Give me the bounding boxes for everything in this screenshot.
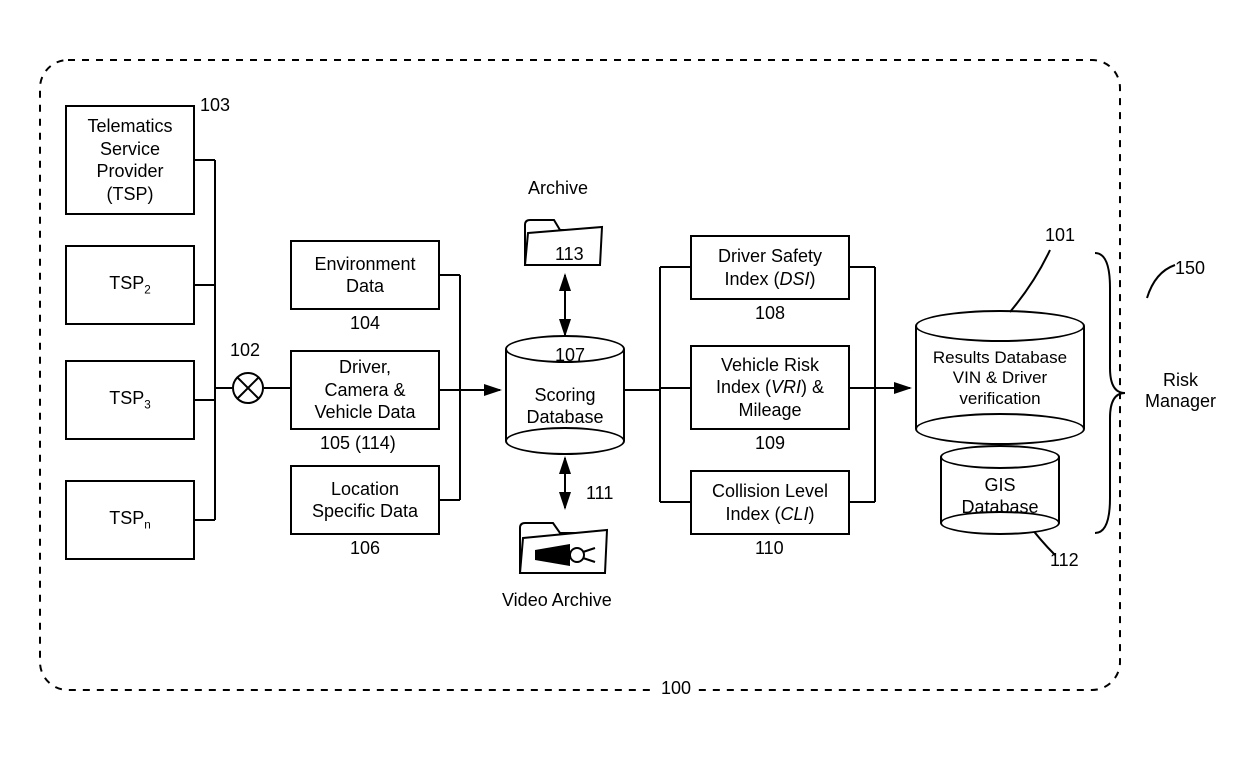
scoring-l2: Database (526, 407, 603, 427)
ref-103: 103 (200, 95, 230, 116)
archive-folder-icon (520, 205, 610, 280)
driver-data-box: Driver, Camera & Vehicle Data (290, 350, 440, 430)
ref-100: 100 (655, 678, 697, 699)
tsp-box-2: TSP2 (65, 245, 195, 325)
cli-l2b: ) (809, 504, 815, 524)
tsp1-l4: (TSP) (107, 184, 154, 204)
vri-l4: Mileage (738, 400, 801, 420)
tsp-box-n: TSPn (65, 480, 195, 560)
ref-107: 107 (555, 345, 585, 366)
ref-111: 111 (586, 483, 613, 504)
risk-manager-label: Risk Manager (1145, 370, 1216, 412)
gis-l2: Database (961, 497, 1038, 517)
dsi-l1: Driver Safety (718, 246, 822, 266)
dsi-em: DSI (780, 269, 810, 289)
scoring-l1: Scoring (534, 385, 595, 405)
tspn-sub: n (144, 518, 151, 531)
cli-em: CLI (781, 504, 809, 524)
env-l2: Data (346, 276, 384, 296)
dsi-l2b: ) (810, 269, 816, 289)
results-l3: verification (959, 389, 1040, 408)
risk-l1: Risk (1163, 370, 1198, 390)
env-data-box: Environment Data (290, 240, 440, 310)
junction-icon (230, 370, 266, 411)
ref-109: 109 (755, 433, 785, 454)
tsp2-label: TSP (109, 273, 144, 293)
results-db-cylinder: Results Database VIN & Driver verificati… (915, 310, 1085, 445)
tsp2-sub: 2 (144, 283, 151, 296)
location-data-box: Location Specific Data (290, 465, 440, 535)
drv-l3: Vehicle Data (314, 402, 415, 422)
ref-102: 102 (230, 340, 260, 361)
dsi-box: Driver Safety Index (DSI) (690, 235, 850, 300)
cli-l2a: Index ( (725, 504, 780, 524)
ref-150: 150 (1175, 258, 1205, 279)
drv-l1: Driver, (339, 357, 391, 377)
vri-l2a: Index ( (716, 377, 771, 397)
archive-label: Archive (528, 178, 588, 199)
video-archive-folder-icon (515, 508, 615, 588)
cli-l1: Collision Level (712, 481, 828, 501)
tspn-label: TSP (109, 508, 144, 528)
cli-box: Collision Level Index (CLI) (690, 470, 850, 535)
tsp-box-3: TSP3 (65, 360, 195, 440)
gis-l1: GIS (984, 475, 1015, 495)
results-l2: VIN & Driver (953, 368, 1047, 387)
diagram-canvas: Telematics Service Provider (TSP) TSP2 T… (0, 0, 1240, 773)
vri-box: Vehicle Risk Index (VRI) & Mileage (690, 345, 850, 430)
tsp3-sub: 3 (144, 398, 151, 411)
ref-110: 110 (755, 538, 784, 559)
curly-brace-icon (1090, 248, 1130, 543)
video-archive-label: Video Archive (502, 590, 612, 611)
dsi-l2a: Index ( (724, 269, 779, 289)
tsp1-l3: Provider (96, 161, 163, 181)
vri-em: VRI (771, 377, 801, 397)
tsp1-l1: Telematics (87, 116, 172, 136)
loc-l2: Specific Data (312, 501, 418, 521)
results-l1: Results Database (933, 348, 1067, 367)
ref-106: 106 (350, 538, 380, 559)
ref-104: 104 (350, 313, 380, 334)
tsp1-l2: Service (100, 139, 160, 159)
gis-db-cylinder: GIS Database (940, 445, 1060, 535)
ref-112: 112 (1050, 550, 1079, 571)
env-l1: Environment (314, 254, 415, 274)
ref-108: 108 (755, 303, 785, 324)
risk-l2: Manager (1145, 391, 1216, 411)
tsp3-label: TSP (109, 388, 144, 408)
vri-l2b: ) & (801, 377, 824, 397)
vri-l1: Vehicle Risk (721, 355, 819, 375)
ref-105: 105 (114) (320, 433, 396, 454)
tsp-box-1: Telematics Service Provider (TSP) (65, 105, 195, 215)
drv-l2: Camera & (324, 380, 405, 400)
ref-113: 113 (555, 244, 584, 265)
loc-l1: Location (331, 479, 399, 499)
ref-101: 101 (1045, 225, 1075, 246)
